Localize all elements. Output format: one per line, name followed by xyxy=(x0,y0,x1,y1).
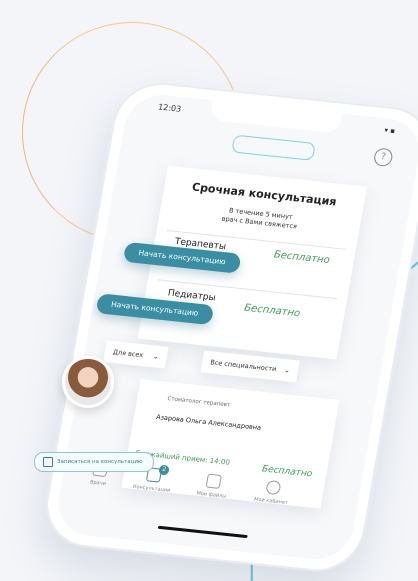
tab-label: Консультации xyxy=(132,483,171,494)
notch xyxy=(209,100,343,134)
doctor-price: Бесплатно xyxy=(261,464,314,480)
tab-files[interactable]: Мои файлы xyxy=(181,471,245,501)
calendar-icon xyxy=(43,457,53,467)
doctor-avatar xyxy=(62,356,114,408)
home-indicator xyxy=(157,525,248,539)
tab-label: Мой кабинет xyxy=(253,496,289,507)
speciality-select[interactable]: Все специальности ⌄ xyxy=(200,350,300,383)
signup-label: Записаться на консультацию xyxy=(57,459,143,465)
phone-frame: 12:03 ▾ ▪ ? Срочная консультация В течен… xyxy=(38,78,418,576)
tab-label: Врачи xyxy=(89,479,107,487)
tab-label: Мои файлы xyxy=(195,490,227,500)
tab-profile[interactable]: Мой кабинет xyxy=(241,478,305,508)
chevron-down-icon: ⌄ xyxy=(283,366,291,375)
chevron-down-icon: ⌄ xyxy=(152,352,160,361)
user-icon xyxy=(265,479,282,496)
audience-select-value: Для всех xyxy=(112,348,144,360)
phone-screen: 12:03 ▾ ▪ ? Срочная консультация В течен… xyxy=(52,91,418,563)
speciality-select-value: Все специальности xyxy=(209,358,278,374)
status-icons: ▾ ▪ xyxy=(383,126,396,136)
doctor-role: Стоматолог терапевт xyxy=(166,396,231,409)
help-icon[interactable]: ? xyxy=(372,147,394,168)
row-price-pediatricians: Бесплатно xyxy=(243,302,301,320)
doctor-name: Азарова Ольга Александровна xyxy=(155,412,262,432)
file-icon xyxy=(205,473,222,489)
row-price-therapists: Бесплатно xyxy=(272,249,331,267)
notification-badge: 2 xyxy=(158,464,170,476)
app-logo xyxy=(231,134,316,161)
signup-consultation-button[interactable]: Записаться на консультацию xyxy=(34,452,154,472)
status-time: 12:03 xyxy=(157,102,182,114)
audience-select[interactable]: Для всех ⌄ xyxy=(103,340,169,369)
